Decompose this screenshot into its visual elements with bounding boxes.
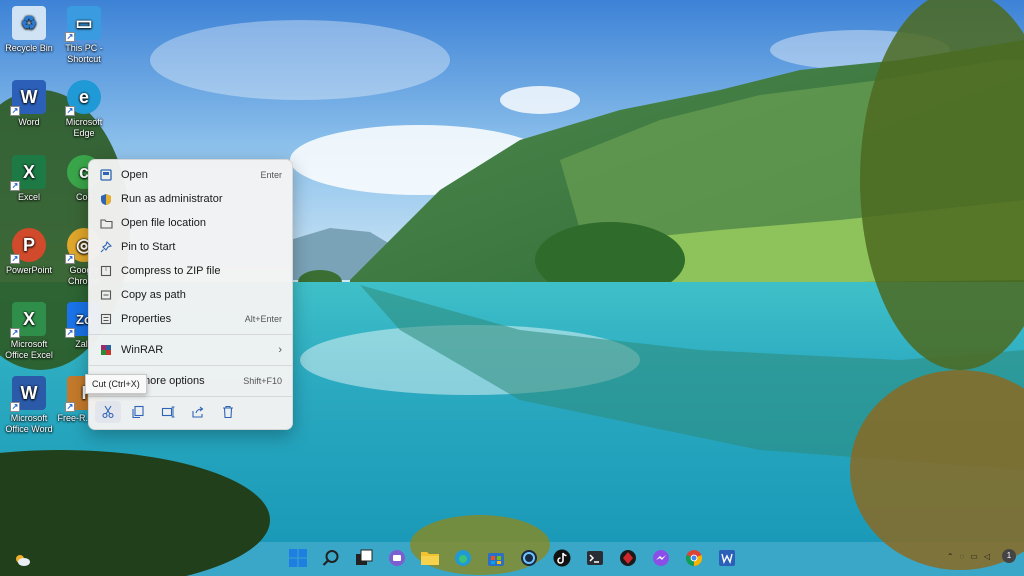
tiktok-icon[interactable] xyxy=(550,546,574,570)
desktop-icon-office-excel[interactable]: X ↗ Microsoft Office Excel xyxy=(0,302,58,361)
chevron-right-icon: › xyxy=(278,344,282,356)
desktop-icon-label: PowerPoint xyxy=(5,265,53,275)
cut-icon xyxy=(102,405,114,419)
weather-icon[interactable] xyxy=(10,548,34,572)
office-excel-icon: X ↗ xyxy=(10,302,46,338)
copy-button[interactable] xyxy=(125,401,151,423)
chevron-up-icon[interactable]: ⌃ xyxy=(947,552,954,561)
share-button[interactable] xyxy=(185,401,211,423)
taskbar xyxy=(0,540,1024,576)
cut-tooltip: Cut (Ctrl+X) xyxy=(85,374,147,394)
share-icon xyxy=(192,406,204,418)
chrome-icon[interactable] xyxy=(682,546,706,570)
store-icon[interactable] xyxy=(484,546,508,570)
teams-icon[interactable] xyxy=(385,546,409,570)
menu-separator xyxy=(89,334,292,335)
menu-item-open-file-location[interactable]: Open file location xyxy=(89,211,292,235)
volume-icon[interactable]: ◁ xyxy=(984,552,990,561)
properties-icon xyxy=(99,312,113,326)
menu-separator xyxy=(89,396,292,397)
desktop-icon-label: Recycle Bin xyxy=(5,43,53,53)
desktop-icon-label: This PC - Shortcut xyxy=(65,43,103,64)
shield-icon xyxy=(99,192,113,206)
desktop-icon-this-pc[interactable]: ▭ ↗ This PC - Shortcut xyxy=(55,6,113,65)
desktop-icon-label: Microsoft Edge xyxy=(65,117,103,138)
search-icon[interactable] xyxy=(319,546,343,570)
recycle-bin-icon: ♻ xyxy=(12,6,46,40)
rename-icon xyxy=(161,406,175,418)
rename-button[interactable] xyxy=(155,401,181,423)
game-icon[interactable] xyxy=(616,546,640,570)
cortana-icon[interactable] xyxy=(517,546,541,570)
copy-icon xyxy=(132,405,144,419)
zip-icon xyxy=(99,264,113,278)
menu-item-properties[interactable]: Properties Alt+Enter xyxy=(89,307,292,331)
network-icon[interactable]: ◌ xyxy=(960,552,965,561)
word-icon: W ↗ xyxy=(10,80,46,116)
task-view-icon[interactable] xyxy=(352,546,376,570)
system-tray: ⌃ ◌ ▭ ◁ 1 xyxy=(947,549,1016,563)
terminal-icon[interactable] xyxy=(583,546,607,570)
folder-icon xyxy=(99,216,113,230)
desktop-icon-powerpoint[interactable]: P ↗ PowerPoint xyxy=(0,228,58,276)
edge-icon[interactable] xyxy=(451,546,475,570)
monitor-icon: ▭ ↗ xyxy=(65,6,101,42)
messenger-icon[interactable] xyxy=(649,546,673,570)
display-icon[interactable]: ▭ xyxy=(970,552,978,561)
menu-item-winrar[interactable]: WinRAR › xyxy=(89,338,292,362)
menu-item-compress-zip[interactable]: Compress to ZIP file xyxy=(89,259,292,283)
word-icon[interactable] xyxy=(715,546,739,570)
file-explorer-icon[interactable] xyxy=(418,546,442,570)
edge-icon: e ↗ xyxy=(65,80,101,116)
desktop-icon-excel[interactable]: X ↗ Excel xyxy=(0,155,58,203)
desktop-icon-edge[interactable]: e ↗ Microsoft Edge xyxy=(55,80,113,139)
menu-action-bar xyxy=(89,399,292,425)
desktop-icon-word[interactable]: W ↗ Word xyxy=(0,80,58,128)
office-word-icon: W ↗ xyxy=(10,376,46,412)
desktop-icon-label: Microsoft Office Word xyxy=(5,413,53,434)
delete-button[interactable] xyxy=(215,401,241,423)
desktop-icon-label: Word xyxy=(18,117,40,127)
menu-item-copy-as-path[interactable]: Copy as path xyxy=(89,283,292,307)
desktop-icon-recycle-bin[interactable]: ♻ Recycle Bin xyxy=(0,6,58,54)
pin-icon xyxy=(99,240,113,254)
menu-item-pin-to-start[interactable]: Pin to Start xyxy=(89,235,292,259)
desktop-icon-label: Microsoft Office Excel xyxy=(5,339,53,360)
menu-separator xyxy=(89,365,292,366)
desktop-icon-office-word[interactable]: W ↗ Microsoft Office Word xyxy=(0,376,58,435)
open-icon xyxy=(99,168,113,182)
desktop-icon-label: Excel xyxy=(17,192,40,202)
start-icon[interactable] xyxy=(286,546,310,570)
menu-item-run-as-admin[interactable]: Run as administrator xyxy=(89,187,292,211)
excel-icon: X ↗ xyxy=(10,155,46,191)
delete-icon xyxy=(223,405,233,419)
menu-item-open[interactable]: Open Enter xyxy=(89,163,292,187)
cut-button[interactable] xyxy=(95,401,121,423)
notification-badge[interactable]: 1 xyxy=(1002,549,1016,563)
powerpoint-icon: P ↗ xyxy=(10,228,46,264)
path-icon xyxy=(99,288,113,302)
winrar-icon xyxy=(99,343,113,357)
